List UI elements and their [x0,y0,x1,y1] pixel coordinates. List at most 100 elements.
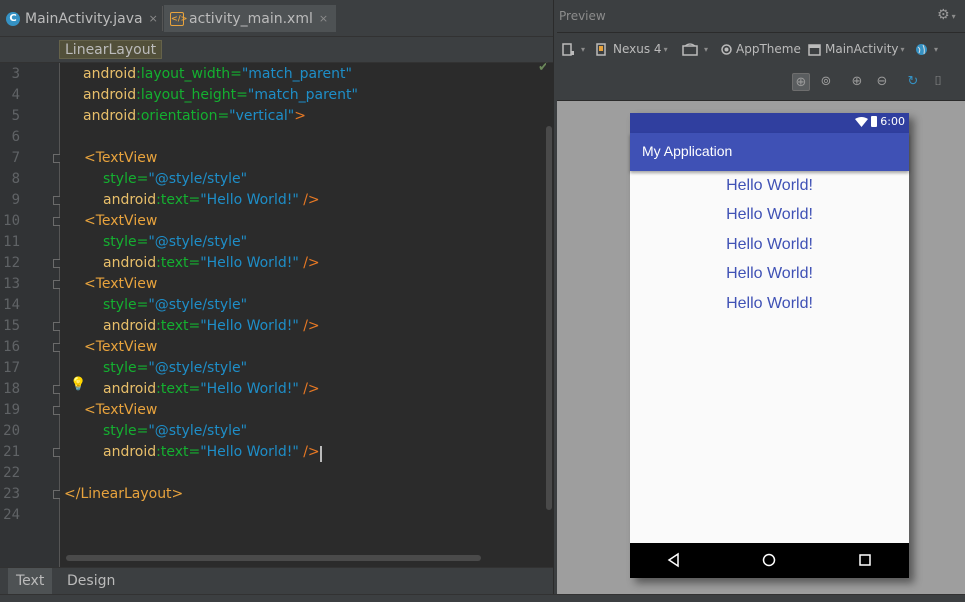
line-number: 9 [11,192,20,208]
orientation-button[interactable]: ▾ [682,40,708,58]
android-status-bar: 6:00 [630,113,909,133]
code-line: android:text="Hello World!" /> [103,255,320,271]
android-nav-bar [630,543,909,578]
text-cursor [320,446,322,462]
tab-design[interactable]: Design [59,568,123,594]
code-line: style="@style/style" [103,297,248,313]
status-time: 6:00 [880,115,905,128]
zoom-out-icon[interactable]: ⊖ [873,73,891,91]
line-number: 24 [3,507,20,523]
editor-mode-tabs: Text Design [0,567,553,594]
code-editor-pane: C MainActivity.java × </> activity_main.… [0,0,553,602]
editor-tab-bar: C MainActivity.java × </> activity_main.… [0,0,553,37]
locale-selector[interactable]: ▾ [915,40,938,58]
wifi-icon [855,116,869,127]
camera-icon[interactable]: ⌷ [929,73,947,91]
code-line: android:text="Hello World!" /> [103,381,320,397]
hello-textview: Hello World! [726,236,813,253]
line-number: 8 [11,171,20,187]
breadcrumb[interactable]: LinearLayout [59,40,163,59]
device-config-button[interactable]: ▾ [562,40,585,58]
zoom-toolbar: ⊕ ⊚ ⊕ ⊖ ↻ ⌷ [557,66,965,98]
line-number: 18 [3,381,20,397]
preview-title: Preview [559,9,606,23]
close-icon[interactable]: × [319,12,328,25]
line-number: 10 [3,213,20,229]
theme-icon [721,43,732,55]
preview-canvas: 6:00 My Application Hello World! Hello W… [557,100,965,594]
zoom-to-fit-icon[interactable]: ⊕ [792,73,810,91]
line-number: 3 [11,66,20,82]
code-line: android:text="Hello World!" /> [103,192,320,208]
zoom-in-icon[interactable]: ⊕ [848,73,866,91]
code-line: android:layout_width="match_parent" [83,66,352,82]
device-label: Nexus 4 [613,42,662,56]
device-config-icon [562,42,574,56]
close-icon[interactable]: × [149,12,158,25]
hello-textview: Hello World! [726,265,813,282]
activity-selector[interactable]: MainActivity ▾ [808,40,905,58]
code-line: </LinearLayout> [64,486,184,502]
hello-textview: Hello World! [726,206,813,223]
code-line: android:text="Hello World!" /> [103,444,320,460]
hello-textview: Hello World! [726,295,813,312]
hello-textview: Hello World! [726,177,813,194]
code-line: <TextView [84,339,158,355]
vertical-scroll-thumb[interactable] [546,126,552,510]
theme-selector[interactable]: AppTheme [721,40,801,58]
line-number: 15 [3,318,20,334]
device-icon [596,42,606,56]
code-line: style="@style/style" [103,234,248,250]
line-number: 21 [3,444,20,460]
globe-icon [916,43,927,55]
home-icon [762,553,776,567]
line-number: 23 [3,486,20,502]
code-line: <TextView [84,402,158,418]
line-number: 19 [3,402,20,418]
tab-text[interactable]: Text [8,568,53,594]
breadcrumb-bar: LinearLayout [0,37,553,63]
line-number: 22 [3,465,20,481]
tab-label: MainActivity.java [25,10,143,27]
activity-label: MainActivity [825,42,899,56]
gear-icon[interactable]: ⚙ ▾ [937,7,956,23]
line-number: 13 [3,276,20,292]
refresh-icon[interactable]: ↻ [904,73,922,91]
actual-size-icon[interactable]: ⊚ [817,73,835,91]
code-line: <TextView [84,213,158,229]
code-line: android:text="Hello World!" /> [103,318,320,334]
java-class-icon: C [6,11,20,26]
line-number: 12 [3,255,20,271]
app-bar: My Application [630,133,909,171]
line-number: 6 [11,129,20,145]
tab-label: activity_main.xml [189,10,313,27]
code-line: style="@style/style" [103,360,248,376]
horizontal-scroll-thumb[interactable] [66,555,481,561]
tab-main-activity-java[interactable]: C MainActivity.java × [6,5,158,32]
preview-header: Preview ⚙ ▾ [557,0,965,33]
code-line: style="@style/style" [103,423,248,439]
theme-label: AppTheme [736,42,801,56]
line-number: 17 [3,360,20,376]
battery-icon [871,116,878,127]
lightbulb-icon[interactable]: 💡 [70,377,86,393]
tab-activity-main-xml[interactable]: </> activity_main.xml × [164,5,337,32]
app-title: My Application [642,143,733,159]
line-number: 4 [11,87,20,103]
rotate-device-icon [682,42,698,56]
xml-file-icon: </> [170,11,187,26]
device-selector[interactable]: Nexus 4 ▾ [596,40,668,58]
code-line: <TextView [84,150,158,166]
line-number: 11 [3,234,20,250]
line-number: 14 [3,297,20,313]
preview-pane: Preview ⚙ ▾ ▾ Nexus 4 ▾ ▾ AppTheme MainAc… [557,0,965,594]
ide-status-bar [0,594,965,602]
back-icon [667,552,679,568]
line-number: 7 [11,150,20,166]
code-text-area[interactable]: android:layout_width="match_parent"andro… [60,63,553,567]
line-number: 20 [3,423,20,439]
line-number: 5 [11,108,20,124]
device-screen: 6:00 My Application Hello World! Hello W… [630,113,909,578]
line-number-gutter: 3 4 5 6 7 8 9 10 11 12 13 14 15 16 17 18 19 20 21 22 23 24 [0,63,61,567]
code-line: android:layout_height="match_parent" [83,87,358,103]
